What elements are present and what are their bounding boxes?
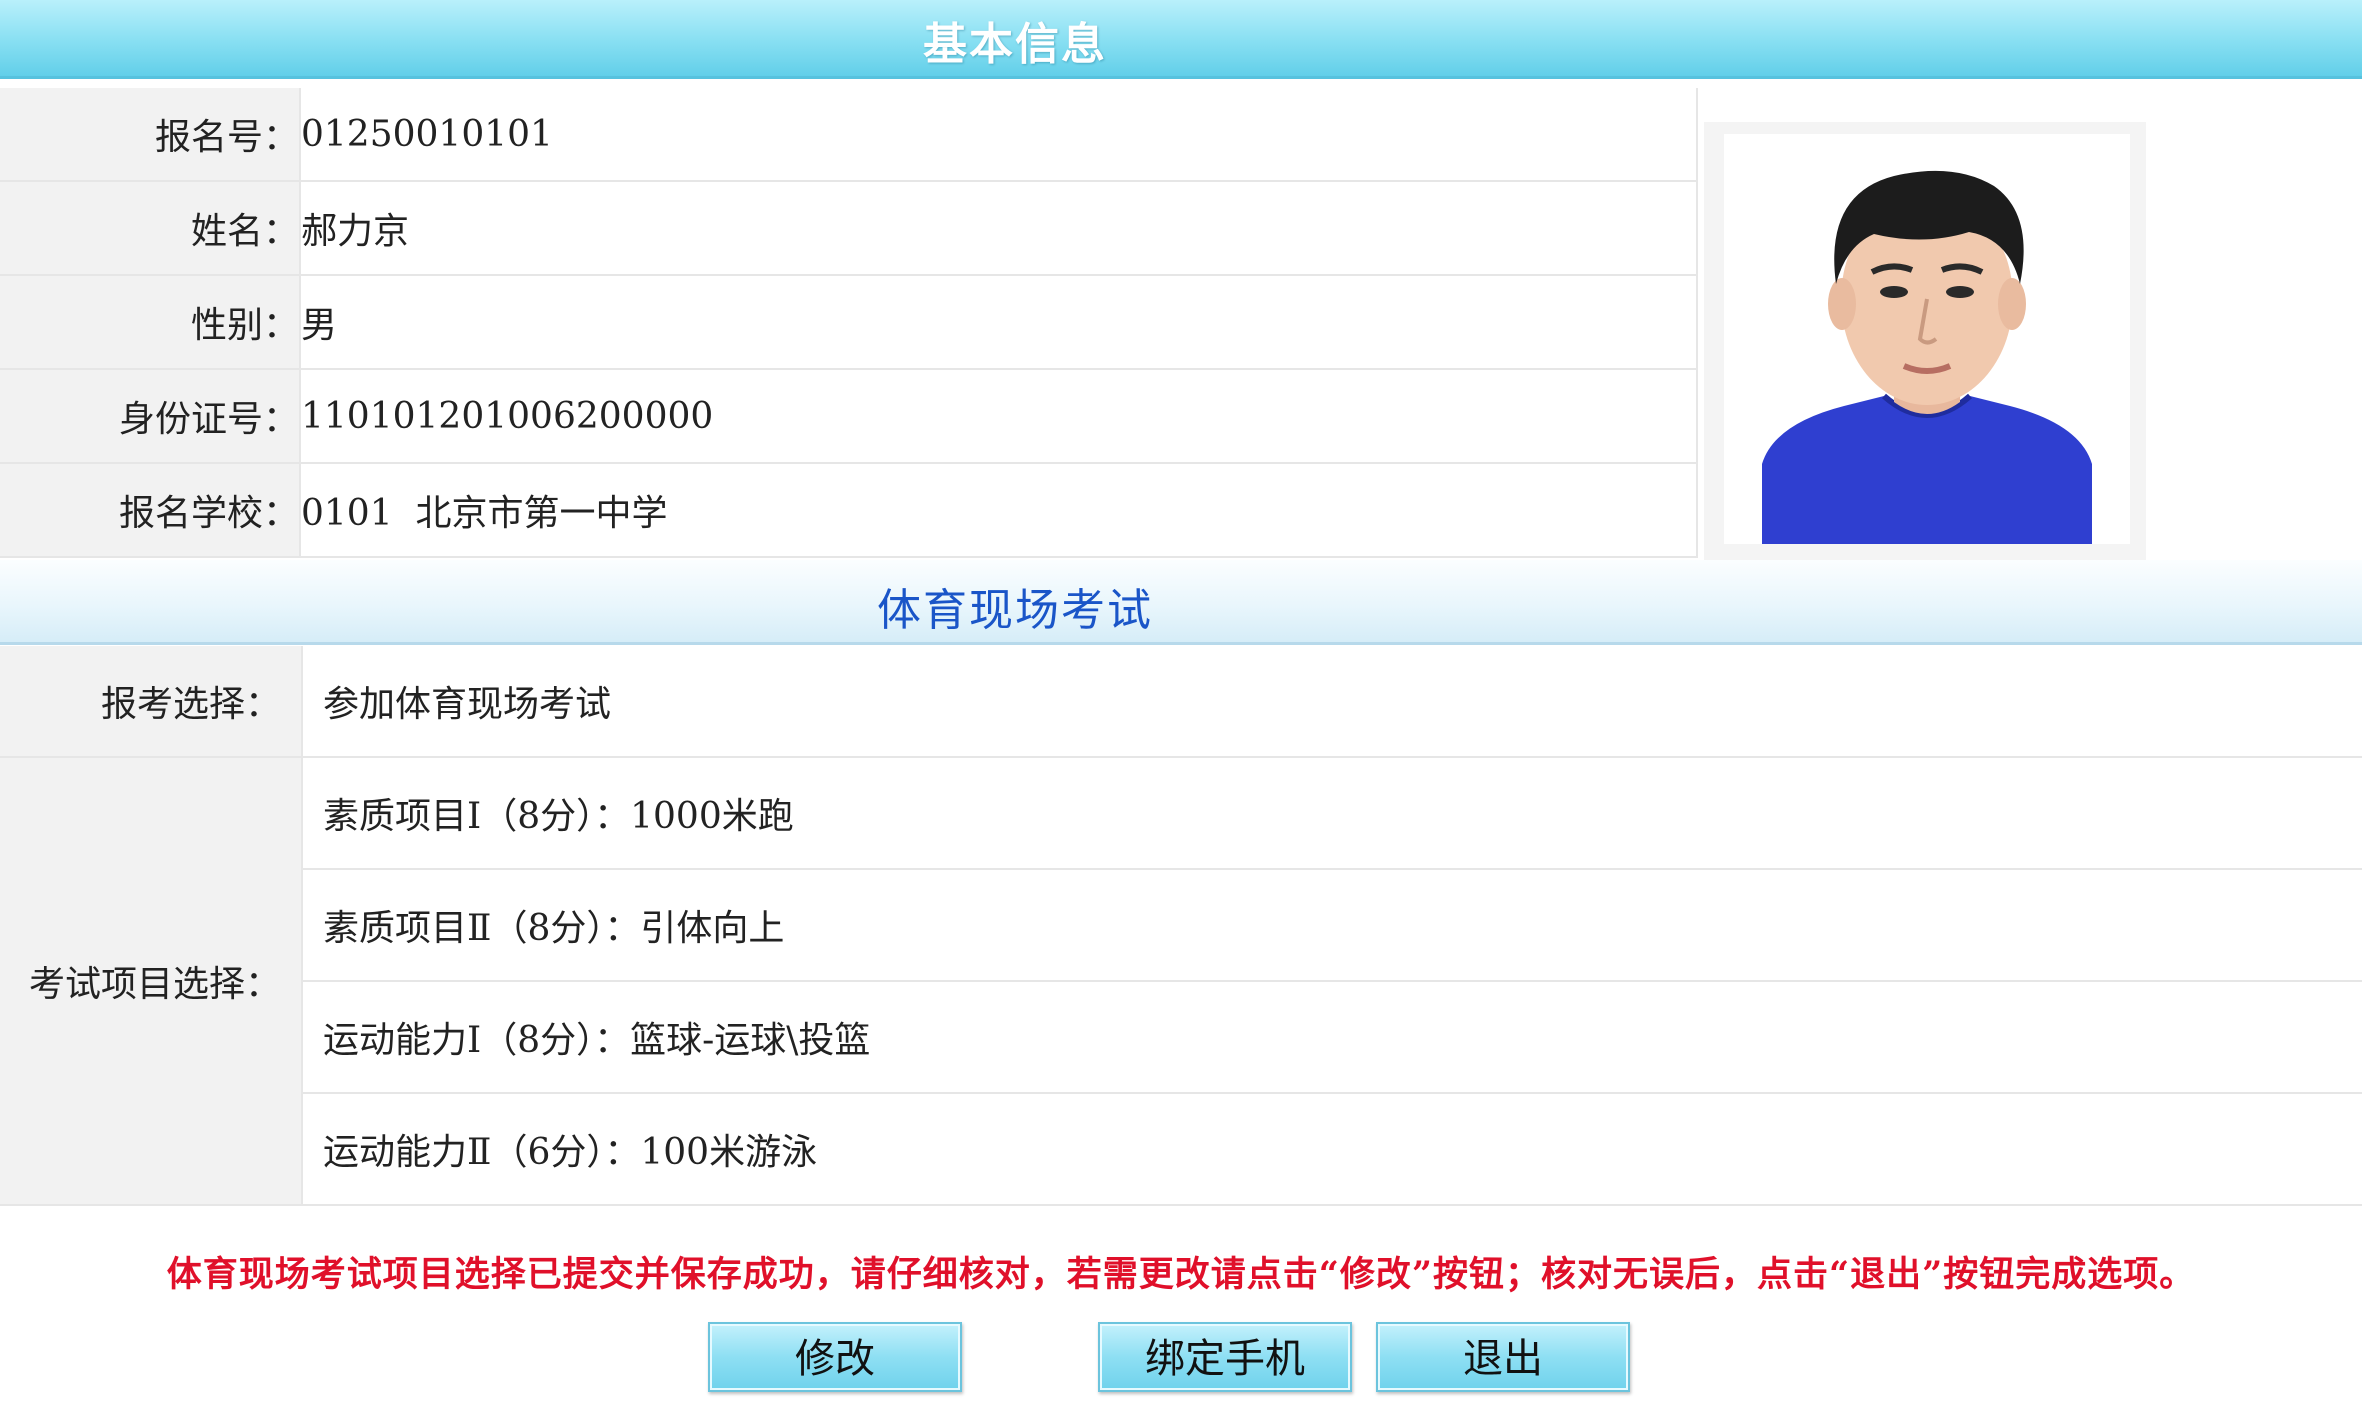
table-row: 报名学校： 0101 北京市第一中学 [0,463,1698,558]
submission-notice: 体育现场考试项目选择已提交并保存成功，请仔细核对，若需更改请点击“修改”按钮；核… [166,1254,2196,1295]
exam-items-label: 考试项目选择： [0,757,302,1206]
name-value: 郝力京 [299,181,1698,276]
table-row: 素质项目Ⅱ（8分）：引体向上 [0,869,2362,982]
school-label: 报名学校： [0,463,300,558]
exam-table: 报考选择： 参加体育现场考试 考试项目选择： 素质项目Ⅰ（8分）：1000米跑 … [0,646,2362,1206]
exam-item: 素质项目Ⅱ（8分）：引体向上 [301,869,2362,982]
id-photo [1724,134,2130,544]
table-row: 姓名： 郝力京 [0,181,1698,276]
table-row: 报考选择： 参加体育现场考试 [0,646,2362,758]
header-title: 基本信息 [923,19,1107,70]
exam-item: 运动能力Ⅰ（8分）：篮球-运球\投篮 [301,981,2362,1094]
header-bar: 基本信息 [0,0,2362,79]
table-row: 运动能力Ⅰ（8分）：篮球-运球\投篮 [0,981,2362,1094]
id-photo-frame [1704,122,2146,560]
exam-choice-value: 参加体育现场考试 [301,646,2362,758]
exam-choice-label: 报考选择： [0,646,302,758]
table-row: 考试项目选择： 素质项目Ⅰ（8分）：1000米跑 [0,757,2362,1206]
section-bar: 体育现场考试 [0,560,2362,645]
gender-label: 性别： [0,275,300,370]
registration-number-label: 报名号： [0,88,300,182]
exam-item: 素质项目Ⅰ（8分）：1000米跑 [301,757,2362,870]
registration-number-value: 01250010101 [299,88,1698,182]
school-value: 0101 北京市第一中学 [299,463,1698,558]
modify-button[interactable]: 修改 [708,1322,962,1392]
exit-button[interactable]: 退出 [1376,1322,1630,1392]
name-label: 姓名： [0,181,300,276]
table-row: 运动能力Ⅱ（6分）：100米游泳 [0,1093,2362,1206]
person-photo-icon [1724,134,2130,544]
bind-phone-button[interactable]: 绑定手机 [1098,1322,1352,1392]
table-row: 性别： 男 [0,275,1698,370]
basic-info-table: 报名号： 01250010101 姓名： 郝力京 性别： 男 身份证号： 110… [0,88,1698,558]
id-number-label: 身份证号： [0,369,300,464]
table-row: 身份证号： 110101201006200000 [0,369,1698,464]
section-title: 体育现场考试 [877,585,1153,636]
exam-item: 运动能力Ⅱ（6分）：100米游泳 [301,1093,2362,1206]
table-row: 报名号： 01250010101 [0,88,1698,182]
id-number-value: 110101201006200000 [299,369,1698,464]
gender-value: 男 [299,275,1698,370]
